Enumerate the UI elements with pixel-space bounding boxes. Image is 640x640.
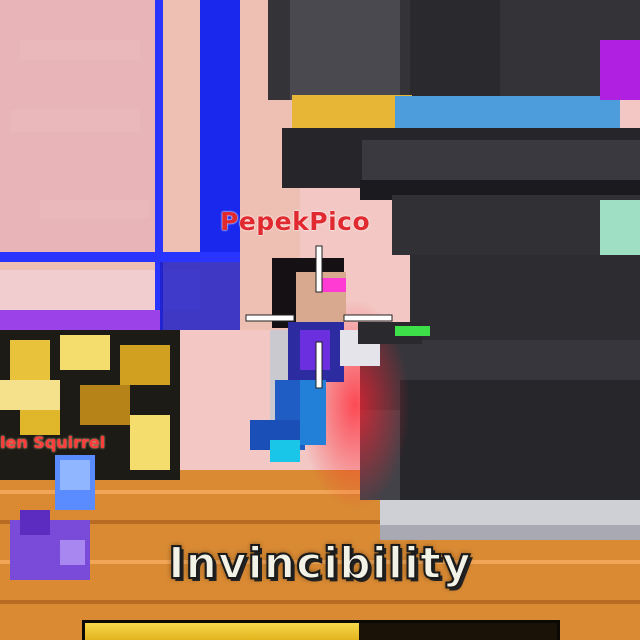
game-viewport[interactable]: PepekPico len Squirrel Invincibility: [0, 0, 640, 640]
powerup-label: Invincibility: [167, 537, 472, 590]
powerup-progress-fill: [85, 623, 359, 640]
powerup-progress-bar: [82, 620, 560, 640]
pet-nametag: len Squirrel: [0, 433, 106, 452]
player-nametag: PepekPico: [220, 207, 371, 236]
